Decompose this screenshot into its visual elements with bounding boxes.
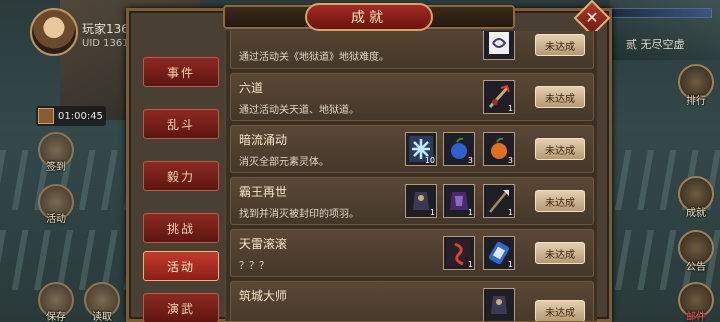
item-count: 1 (467, 260, 473, 269)
status-button[interactable]: 未达成 (535, 34, 585, 56)
item-count: 1 (507, 208, 513, 217)
tab-brawl[interactable]: 乱斗 (143, 109, 219, 139)
orange-fruit-item-icon[interactable]: 3 (483, 132, 515, 166)
achievement-row: 霸王再世 找到并消灭被封印的项羽。 1 1 1 未达成 (230, 177, 594, 225)
item-count: 1 (429, 208, 435, 217)
close-icon: ✕ (585, 8, 599, 27)
armor-item-icon[interactable]: 1 (405, 184, 437, 218)
left-menu-label: 活动 (46, 214, 66, 225)
achievement-row: 筑城大师 未达成 (230, 281, 594, 321)
right-menu-label: 公告 (686, 262, 706, 273)
achievement-desc: 通过活动关天道、地狱道。 (239, 105, 359, 116)
left-menu-label: 签到 (46, 162, 66, 173)
tab-drill[interactable]: 演武 (143, 293, 219, 322)
item-count: 3 (467, 156, 473, 165)
achievement-row: 天雷滚滚 ？？？ 1 1 未达成 (230, 229, 594, 277)
tab-perseverance[interactable]: 毅力 (143, 161, 219, 191)
item-count: 1 (467, 208, 473, 217)
dialog-title: 成就 (305, 3, 433, 31)
tab-activity[interactable]: 活动 (143, 251, 219, 281)
weapon-item-icon[interactable]: 1 (483, 80, 515, 114)
achievement-title: 六道 (239, 81, 264, 95)
status-button[interactable]: 未达成 (535, 190, 585, 212)
achievement-row: 暗流涌动 消灭全部元素灵体。 10 3 3 未达成 (230, 125, 594, 173)
status-bar (608, 8, 712, 18)
status-button[interactable]: 未达成 (535, 300, 585, 321)
right-menu-label: 成就 (686, 208, 706, 219)
red-talisman-item-icon[interactable]: 1 (443, 236, 475, 270)
scroll-item-icon[interactable] (483, 31, 515, 60)
tab-challenge[interactable]: 挑战 (143, 213, 219, 243)
dark-armor-item-icon[interactable]: 1 (443, 184, 475, 218)
right-menu-label: 排行 (686, 96, 706, 107)
status-button[interactable]: 未达成 (535, 242, 585, 264)
item-count: 1 (507, 104, 513, 113)
timer-text: 01:00:45 (58, 110, 103, 122)
achievement-title: 暗流涌动 (239, 133, 288, 147)
achievement-desc: 通过活动关《地狱道》地狱难度。 (239, 52, 389, 63)
avatar[interactable] (30, 8, 78, 56)
item-count: 10 (424, 156, 435, 165)
achievement-dialog: 成就 ✕ 事件 乱斗 毅力 挑战 活动 演武 通过活动关《地狱道》地狱难度。 未… (126, 0, 612, 322)
achievement-desc: 找到并消灭被封印的项羽。 (239, 209, 359, 220)
event-timer[interactable]: 01:00:45 (36, 106, 106, 126)
left-menu-label: 读取 (92, 312, 112, 322)
tab-event[interactable]: 事件 (143, 57, 219, 87)
item-count: 1 (507, 260, 513, 269)
ice-crystal-item-icon[interactable]: 10 (405, 132, 437, 166)
achievement-desc: ？？？ (239, 261, 269, 272)
spear-item-icon[interactable]: 1 (483, 184, 515, 218)
status-button[interactable]: 未达成 (535, 138, 585, 160)
blue-fruit-item-icon[interactable]: 3 (443, 132, 475, 166)
area-name: 贰 无尽空虚 (626, 38, 685, 51)
player-name: 玩家136 (82, 22, 129, 36)
achievement-title: 霸王再世 (239, 185, 288, 199)
achievement-row: 六道 通过活动关天道、地狱道。 1 未达成 (230, 73, 594, 121)
achievement-title: 天雷滚滚 (239, 237, 288, 251)
achievement-title: 筑城大师 (239, 289, 288, 303)
item-count: 3 (507, 156, 513, 165)
timer-icon (38, 108, 54, 124)
right-menu-label: 邮件 (686, 312, 706, 322)
achievement-list[interactable]: 通过活动关《地狱道》地狱难度。 未达成 六道 通过活动关天道、地狱道。 1 未达… (225, 31, 597, 321)
armor-item-icon[interactable] (483, 288, 515, 321)
blue-scroll-item-icon[interactable]: 1 (483, 236, 515, 270)
left-menu-label: 保存 (46, 312, 66, 322)
achievement-row: 通过活动关《地狱道》地狱难度。 未达成 (230, 31, 594, 69)
status-button[interactable]: 未达成 (535, 86, 585, 108)
achievement-desc: 消灭全部元素灵体。 (239, 157, 329, 168)
